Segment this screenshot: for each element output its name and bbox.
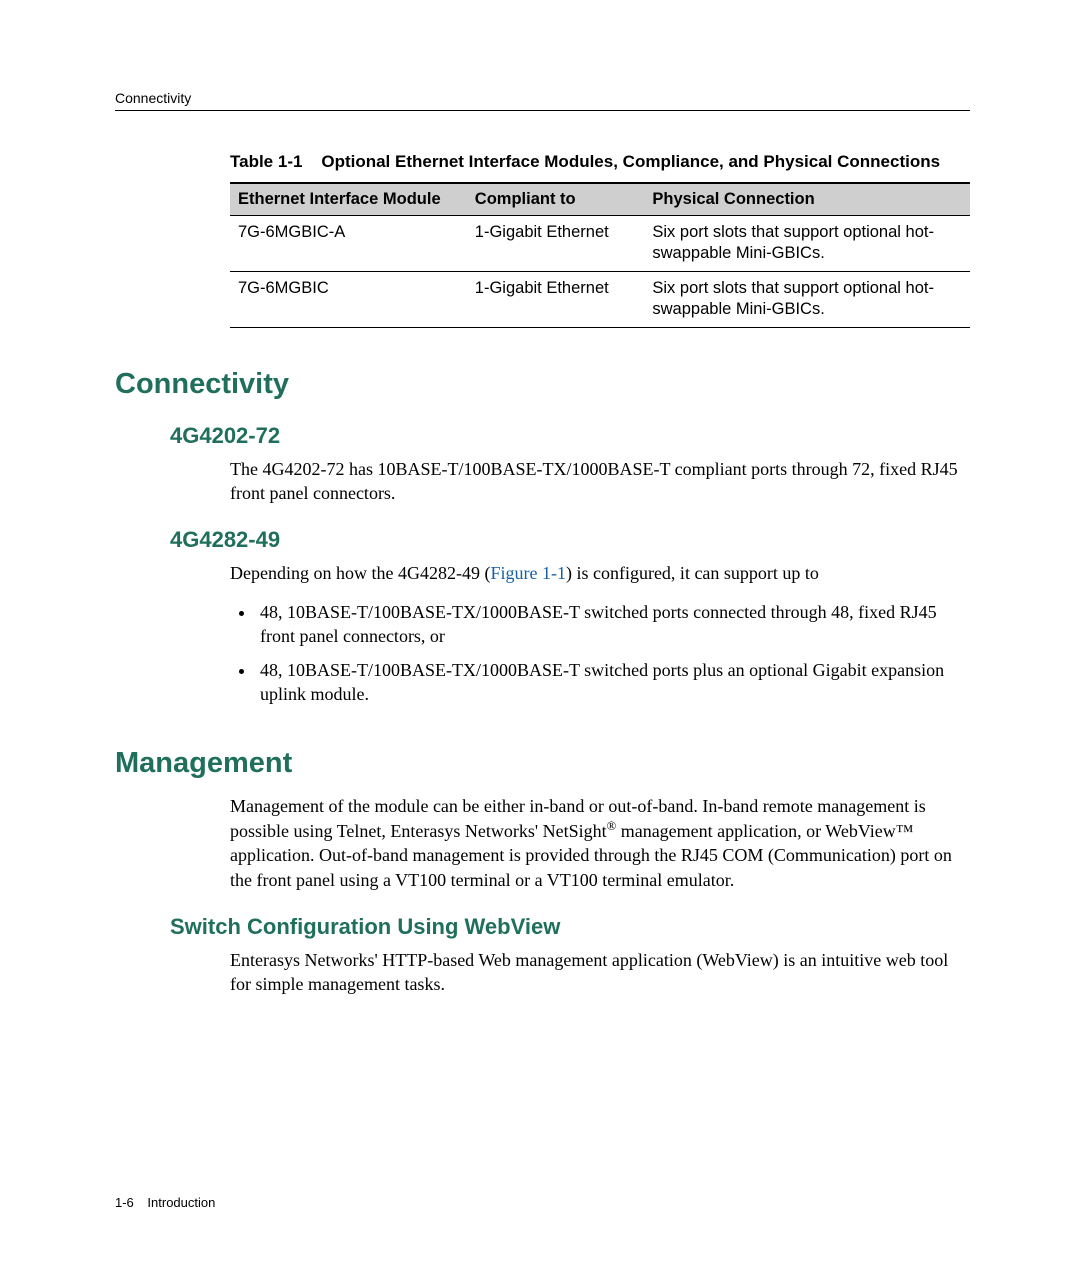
table-row: 7G-6MGBIC 1-Gigabit Ethernet Six port sl… — [230, 271, 970, 327]
text: Depending on how the 4G4282-49 ( — [230, 563, 490, 583]
figure-xref-link[interactable]: Figure 1-1 — [490, 563, 566, 583]
table-caption: Table 1-1 Optional Ethernet Interface Mo… — [115, 151, 970, 174]
heading-connectivity: Connectivity — [115, 368, 970, 401]
cell-module: 7G-6MGBIC-A — [230, 215, 467, 271]
text: ) is configured, it can support up to — [566, 563, 819, 583]
running-header: Connectivity — [115, 90, 970, 111]
subheading-webview: Switch Configuration Using WebView — [170, 914, 970, 940]
paragraph: Management of the module can be either i… — [230, 794, 970, 892]
heading-management: Management — [115, 747, 970, 780]
subheading-4g4202-72: 4G4202-72 — [170, 423, 970, 449]
table-header-module: Ethernet Interface Module — [230, 183, 467, 216]
subheading-4g4282-49: 4G4282-49 — [170, 527, 970, 553]
table-caption-label: Table 1-1 — [230, 152, 302, 171]
bullet-list: 48, 10BASE-T/100BASE-TX/1000BASE-T switc… — [230, 600, 970, 707]
chapter-label: Introduction — [147, 1195, 215, 1210]
cell-module: 7G-6MGBIC — [230, 271, 467, 327]
table-row: 7G-6MGBIC-A 1-Gigabit Ethernet Six port … — [230, 215, 970, 271]
list-item: 48, 10BASE-T/100BASE-TX/1000BASE-T switc… — [256, 658, 970, 707]
paragraph: Depending on how the 4G4282-49 (Figure 1… — [230, 561, 970, 585]
page-number: 1-6 — [115, 1195, 134, 1210]
registered-icon: ® — [607, 819, 617, 833]
table-caption-text: Optional Ethernet Interface Modules, Com… — [321, 152, 940, 171]
interface-module-table: Ethernet Interface Module Compliant to P… — [230, 182, 970, 328]
cell-compliant: 1-Gigabit Ethernet — [467, 271, 645, 327]
cell-conn: Six port slots that support optional hot… — [644, 215, 970, 271]
paragraph: The 4G4202-72 has 10BASE-T/100BASE-TX/10… — [230, 457, 970, 506]
list-item: 48, 10BASE-T/100BASE-TX/1000BASE-T switc… — [256, 600, 970, 649]
page-footer: 1-6 Introduction — [115, 1195, 215, 1210]
paragraph: Enterasys Networks' HTTP-based Web manag… — [230, 948, 970, 997]
cell-compliant: 1-Gigabit Ethernet — [467, 215, 645, 271]
cell-conn: Six port slots that support optional hot… — [644, 271, 970, 327]
table-header-conn: Physical Connection — [644, 183, 970, 216]
table-header-compliant: Compliant to — [467, 183, 645, 216]
